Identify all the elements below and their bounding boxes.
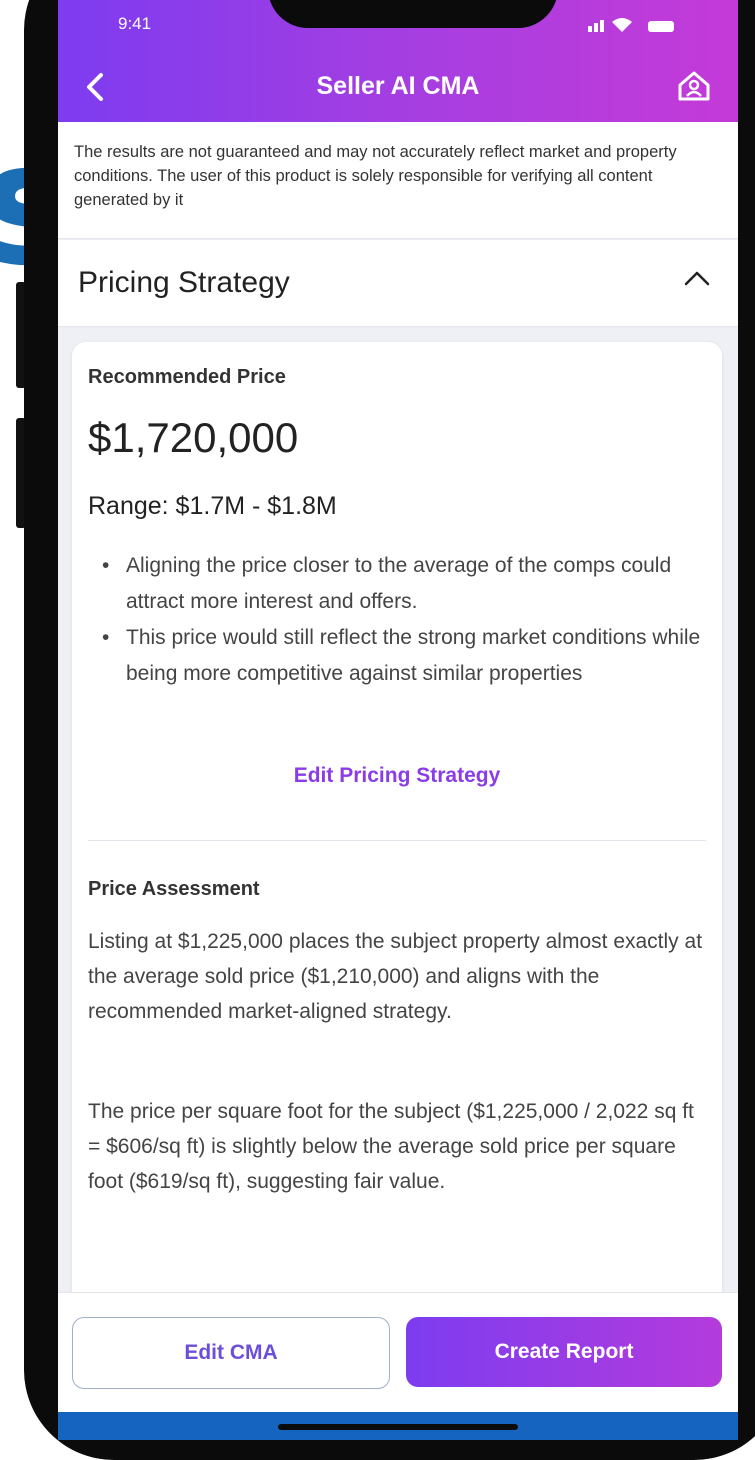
create-report-button[interactable]: Create Report bbox=[406, 1317, 722, 1387]
app-header: 9:41 Seller AI CMA bbox=[58, 0, 738, 122]
disclaimer-banner: The results are not guaranteed and may n… bbox=[58, 122, 738, 239]
status-time: 9:41 bbox=[118, 14, 152, 33]
list-item: This price would still reflect the stron… bbox=[102, 620, 702, 692]
section-title: Pricing Strategy bbox=[78, 266, 290, 299]
chevron-up-icon[interactable] bbox=[684, 270, 710, 291]
recommended-price-label: Recommended Price bbox=[88, 366, 286, 388]
status-icons bbox=[588, 16, 698, 39]
phone-notch bbox=[268, 0, 558, 28]
price-assessment-label: Price Assessment bbox=[88, 878, 260, 900]
pricing-card: Recommended Price $1,720,000 Range: $1.7… bbox=[72, 342, 722, 1312]
home-icon[interactable] bbox=[676, 68, 712, 109]
disclaimer-text: The results are not guaranteed and may n… bbox=[74, 143, 677, 209]
assessment-paragraph: Listing at $1,225,000 places the subject… bbox=[88, 930, 703, 1023]
bottom-action-bar: Edit CMA Create Report bbox=[58, 1292, 738, 1413]
assessment-paragraph: The price per square foot for the subjec… bbox=[88, 1100, 694, 1193]
edit-pricing-strategy-link[interactable]: Edit Pricing Strategy bbox=[72, 764, 722, 788]
recommended-price-value: $1,720,000 bbox=[88, 414, 299, 461]
list-item: Aligning the price closer to the average… bbox=[102, 548, 702, 620]
app-screen: 9:41 Seller AI CMA The results are not g… bbox=[58, 0, 738, 1440]
home-indicator[interactable] bbox=[278, 1424, 518, 1430]
divider bbox=[88, 840, 706, 841]
price-range: Range: $1.7M - $1.8M bbox=[88, 492, 337, 520]
edit-cma-button[interactable]: Edit CMA bbox=[72, 1317, 390, 1389]
pricing-strategy-header[interactable]: Pricing Strategy bbox=[58, 240, 738, 327]
page-title: Seller AI CMA bbox=[316, 72, 480, 100]
pricing-rationale-list: Aligning the price closer to the average… bbox=[102, 548, 702, 692]
